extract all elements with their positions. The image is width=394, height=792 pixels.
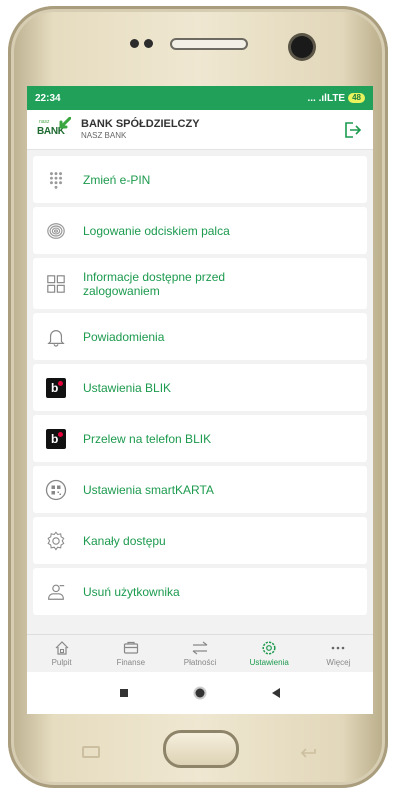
android-nav-bar <box>27 672 373 714</box>
more-icon <box>332 646 345 650</box>
menu-item-label: Kanały dostępu <box>83 533 166 548</box>
user-remove-icon <box>45 581 67 603</box>
gear-icon <box>262 641 276 655</box>
sensor-dot <box>144 39 153 48</box>
home-button-icon[interactable] <box>192 685 208 701</box>
earpiece-speaker <box>170 38 248 50</box>
app-header: nasz BANK BANK SPÓŁDZIELCZY NASZ BANK <box>27 110 373 150</box>
bell-icon <box>45 326 67 348</box>
status-time: 22:34 <box>35 92 61 104</box>
recent-apps-icon[interactable] <box>119 688 129 698</box>
grid-icon <box>45 273 67 295</box>
wallet-icon <box>123 641 138 654</box>
battery-indicator: 48 <box>348 93 365 103</box>
menu-item-change-epin[interactable]: Zmień e-PIN <box>33 156 367 203</box>
tab-label: Więcej <box>326 658 351 667</box>
menu-item-label: Zmień e-PIN <box>83 172 151 187</box>
app-screen: 22:34 ... .ılLTE 48 nasz BANK BANK SPÓŁD… <box>27 86 373 714</box>
bank-name: BANK SPÓŁDZIELCZY NASZ BANK <box>81 117 200 141</box>
bottom-tab-bar: Pulpit Finanse Płatności Ustawienia Więc… <box>27 634 373 672</box>
tab-label: Finanse <box>116 658 146 667</box>
menu-item-pre-login-info[interactable]: Informacje dostępne przed zalogowaniem <box>33 258 367 309</box>
menu-item-label: Ustawienia smartKARTA <box>83 482 214 497</box>
tab-label: Pulpit <box>51 658 72 667</box>
back-icon[interactable] <box>271 687 281 699</box>
settings-list: Zmień e-PIN Logowanie odciskiem palca In… <box>27 150 373 615</box>
status-bar: 22:34 ... .ılLTE 48 <box>27 86 373 110</box>
menu-item-delete-user[interactable]: Usuń użytkownika <box>33 568 367 615</box>
tab-wiecej[interactable]: Więcej <box>304 635 373 672</box>
logo-small-text: nasz <box>39 118 50 125</box>
menu-item-label: Przelew na telefon BLIK <box>83 431 212 446</box>
menu-item-access-channels[interactable]: Kanały dostępu <box>33 517 367 564</box>
menu-item-label: Usuń użytkownika <box>83 584 180 599</box>
tab-ustawienia[interactable]: Ustawienia <box>235 635 304 672</box>
keypad-icon <box>45 169 67 191</box>
gear-icon <box>45 530 67 552</box>
bank-name-subtitle: NASZ BANK <box>81 130 127 140</box>
back-arrow-icon <box>300 748 316 758</box>
menu-item-blik-phone-transfer[interactable]: b Przelew na telefon BLIK <box>33 415 367 462</box>
fingerprint-icon <box>45 220 67 242</box>
tab-finanse[interactable]: Finanse <box>96 635 165 672</box>
sensor-dot <box>130 39 139 48</box>
hardware-recent-key[interactable] <box>82 746 100 758</box>
tab-platnosci[interactable]: Płatności <box>165 635 234 672</box>
menu-item-label: Ustawienia BLIK <box>83 380 172 395</box>
tab-pulpit[interactable]: Pulpit <box>27 635 96 672</box>
bank-logo: nasz BANK <box>37 116 73 143</box>
transfer-icon <box>192 641 208 655</box>
menu-item-blik-settings[interactable]: b Ustawienia BLIK <box>33 364 367 411</box>
home-icon <box>55 641 69 655</box>
menu-item-fingerprint-login[interactable]: Logowanie odciskiem palca <box>33 207 367 254</box>
hardware-back-key[interactable] <box>300 746 318 758</box>
blik-icon: b <box>45 428 67 450</box>
menu-item-label: Informacje dostępne przed zalogowaniem <box>83 269 226 298</box>
signal-indicator: ... .ılLTE <box>307 92 346 104</box>
tab-label: Płatności <box>183 658 217 667</box>
menu-item-notifications[interactable]: Powiadomienia <box>33 313 367 360</box>
front-camera <box>291 36 313 58</box>
blik-icon: b <box>45 377 67 399</box>
tab-label: Ustawienia <box>249 658 289 667</box>
smartcard-icon <box>45 479 67 501</box>
logo-arrow-icon <box>59 116 71 128</box>
logout-icon[interactable] <box>341 119 363 141</box>
bank-name-title: BANK SPÓŁDZIELCZY <box>81 117 200 130</box>
hardware-home-button[interactable] <box>163 730 239 768</box>
menu-item-label: Powiadomienia <box>83 329 165 344</box>
menu-item-smartkarta-settings[interactable]: Ustawienia smartKARTA <box>33 466 367 513</box>
menu-item-label: Logowanie odciskiem palca <box>83 223 230 238</box>
